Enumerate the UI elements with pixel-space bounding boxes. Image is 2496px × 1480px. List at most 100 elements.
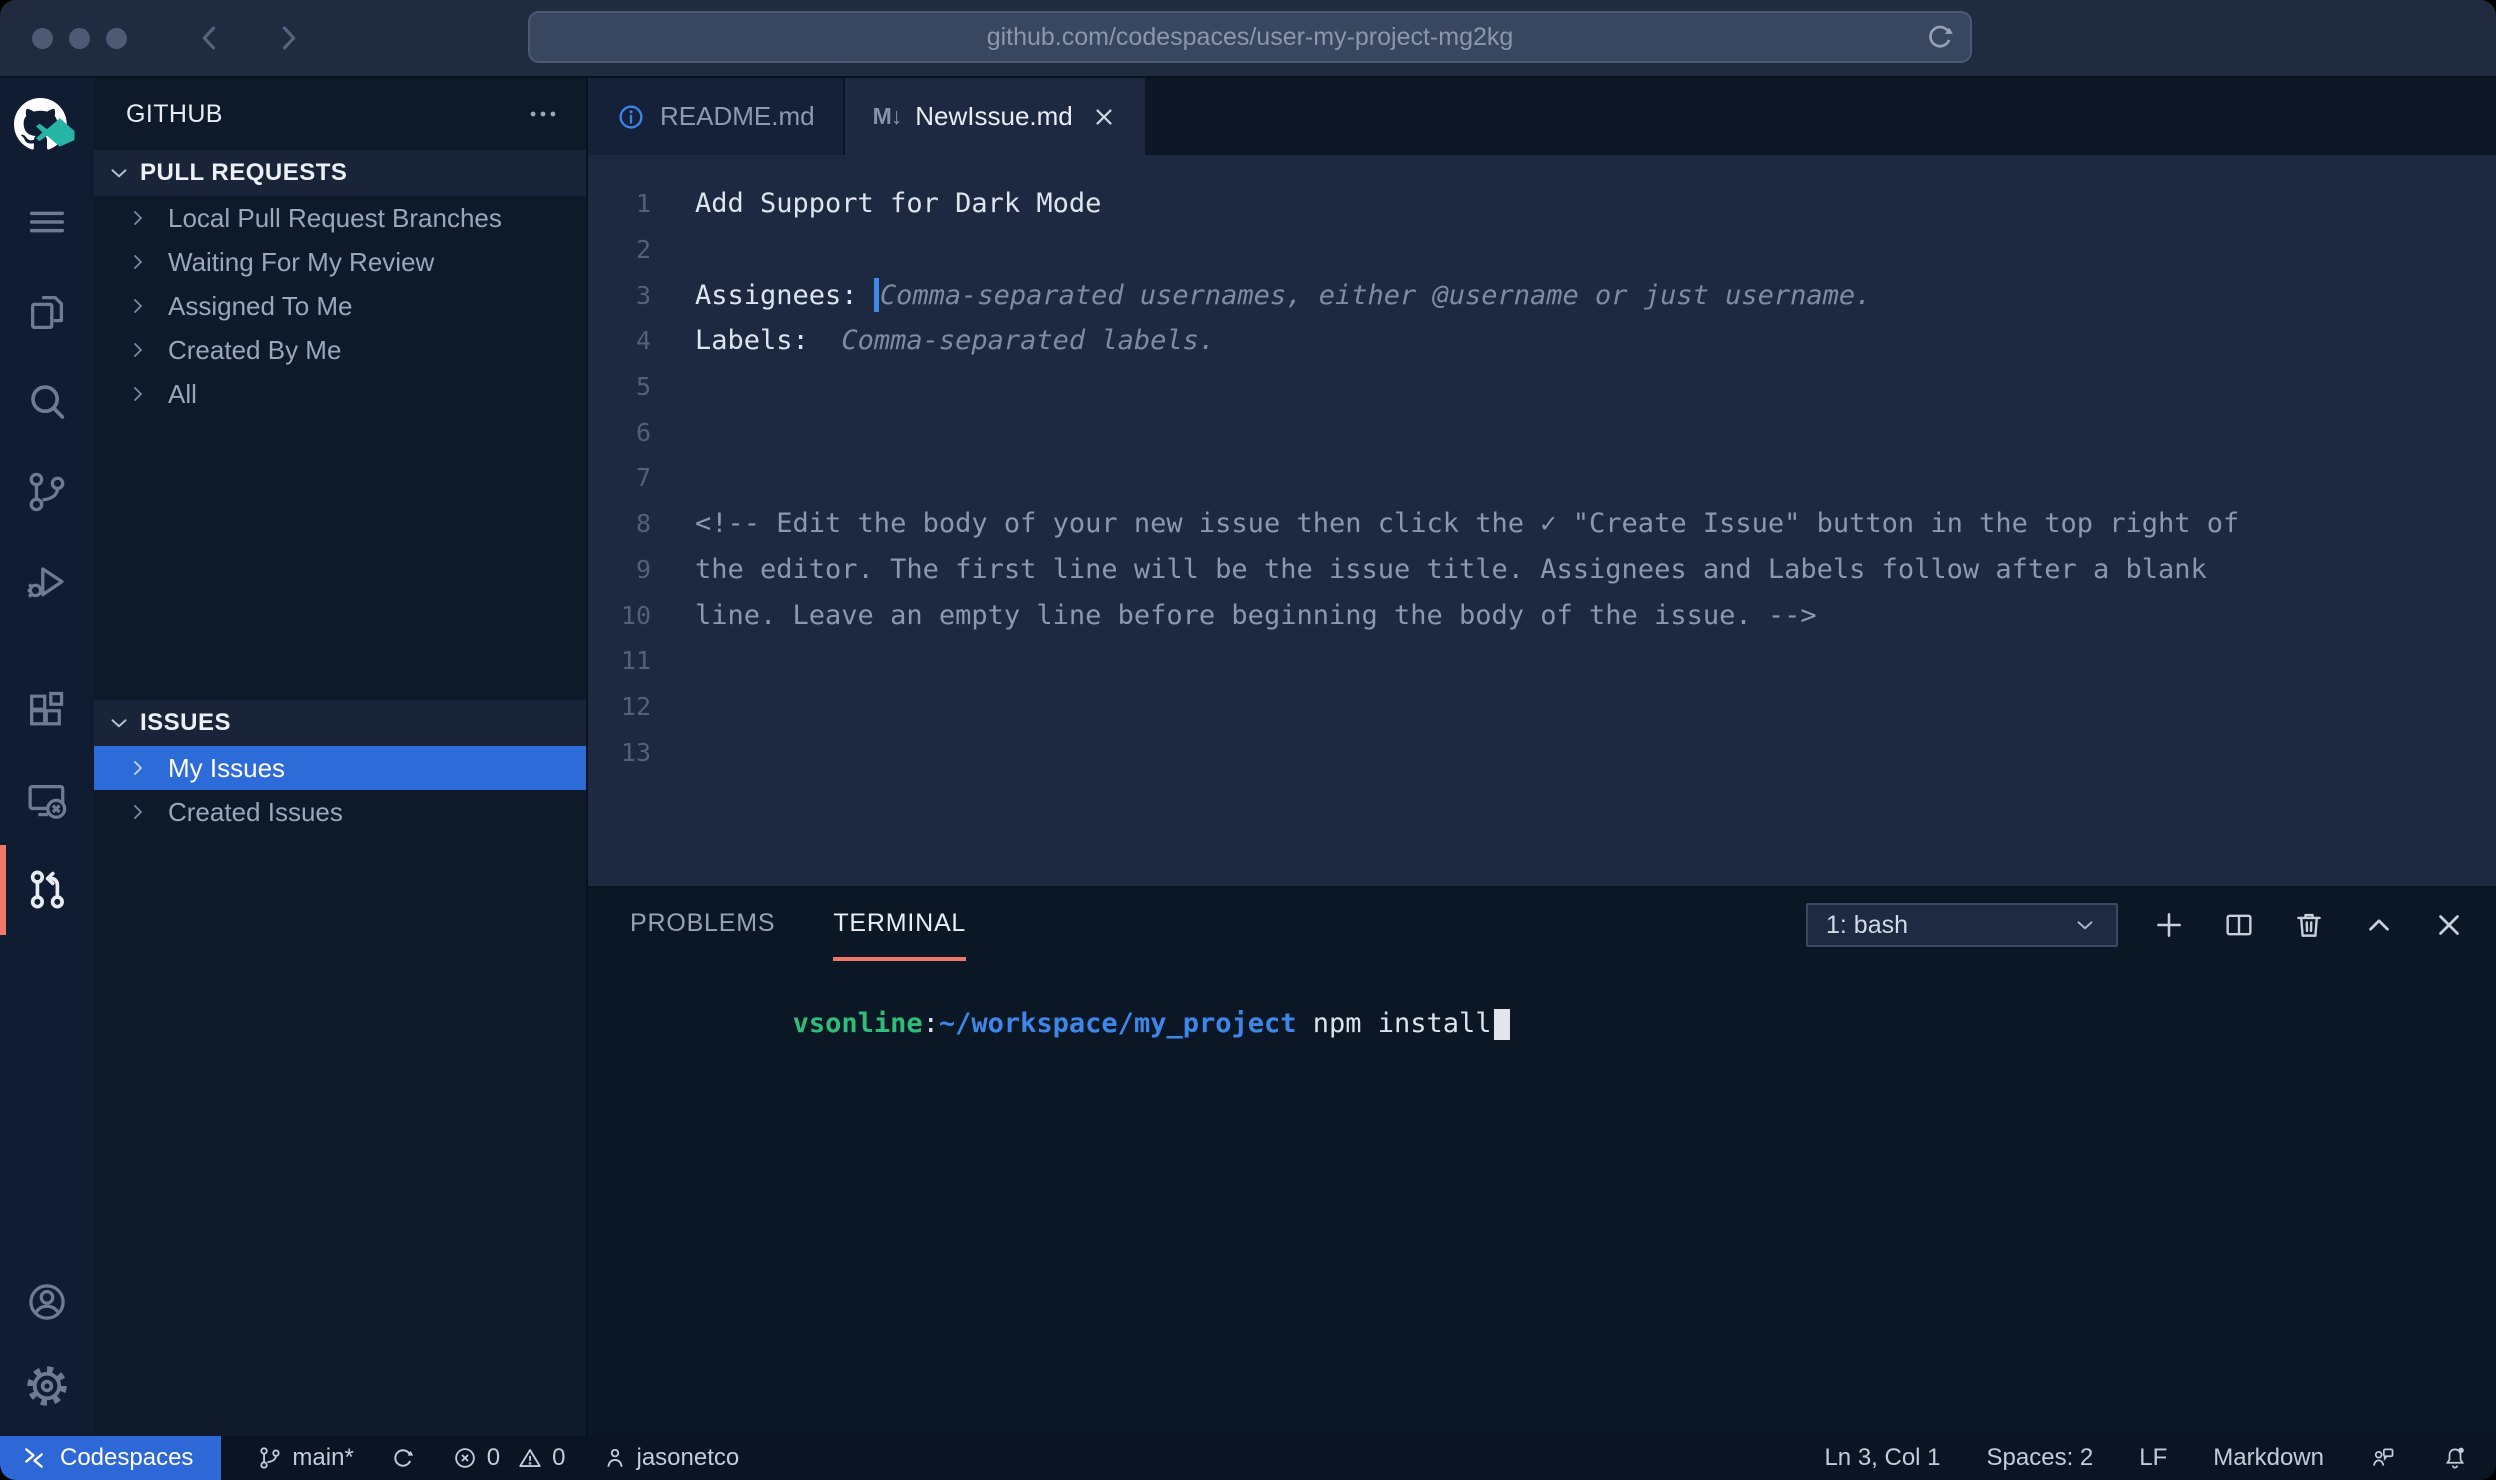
signed-in-user[interactable]: jasonetco xyxy=(602,1444,740,1472)
language-mode[interactable]: Markdown xyxy=(2213,1444,2324,1472)
chevron-right-icon xyxy=(126,800,150,824)
eol-setting[interactable]: LF xyxy=(2139,1444,2167,1472)
extensions-icon[interactable] xyxy=(0,682,94,738)
tab-problems[interactable]: PROBLEMS xyxy=(630,889,775,961)
window-controls xyxy=(32,28,127,49)
close-icon[interactable] xyxy=(1091,104,1117,130)
editor-line: 4Labels: Comma-separated labels. xyxy=(588,318,2496,364)
chevron-right-icon xyxy=(126,756,150,780)
reload-icon[interactable] xyxy=(1924,21,1956,53)
sidebar-item-waiting-for-my-review[interactable]: Waiting For My Review xyxy=(94,240,586,284)
comment-text[interactable]: <!-- Edit the body of your new issue the… xyxy=(695,508,2239,539)
feedback-icon xyxy=(2370,1445,2396,1471)
tab-readme[interactable]: README.md xyxy=(588,78,845,155)
sidebar-item-assigned-to-me[interactable]: Assigned To Me xyxy=(94,284,586,328)
terminal-separator: : xyxy=(923,1008,939,1039)
window-close-button[interactable] xyxy=(32,28,53,49)
terminal-cursor xyxy=(1494,1009,1510,1040)
sidebar: GITHUB PULL REQUESTS Local Pull Request … xyxy=(94,78,588,1436)
tab-newissue[interactable]: M↓ NewIssue.md xyxy=(845,78,1145,155)
chevron-right-icon xyxy=(126,206,150,230)
terminal-shell-select[interactable]: 1: bash xyxy=(1806,903,2118,947)
editor-line: 1Add Support for Dark Mode xyxy=(588,181,2496,227)
line-number: 9 xyxy=(588,555,695,584)
remote-explorer-icon[interactable] xyxy=(0,772,94,828)
indentation-setting[interactable]: Spaces: 2 xyxy=(1987,1444,2094,1472)
comment-text[interactable]: line. Leave an empty line before beginni… xyxy=(695,600,1817,631)
section-pull-requests[interactable]: PULL REQUESTS xyxy=(94,150,586,196)
error-count: 0 xyxy=(487,1444,500,1472)
browser-forward-icon[interactable] xyxy=(271,21,305,55)
chevron-down-icon xyxy=(106,710,132,736)
code-text[interactable]: Labels: xyxy=(695,325,841,356)
editor-line: 6 xyxy=(588,409,2496,455)
sync-indicator[interactable] xyxy=(390,1445,416,1471)
sidebar-item-all[interactable]: All xyxy=(94,372,586,416)
settings-gear-icon[interactable] xyxy=(0,1358,94,1414)
browser-titlebar: github.com/codespaces/user-my-project-mg… xyxy=(0,0,2496,78)
tab-terminal[interactable]: TERMINAL xyxy=(833,889,966,961)
sidebar-item-my-issues[interactable]: My Issues xyxy=(94,746,586,790)
markdown-icon: M↓ xyxy=(873,103,902,130)
section-issues[interactable]: ISSUES xyxy=(94,700,586,746)
sidebar-item-created-issues[interactable]: Created Issues xyxy=(94,790,586,834)
chevron-right-icon xyxy=(126,382,150,406)
run-debug-icon[interactable] xyxy=(0,554,94,610)
info-icon xyxy=(616,102,646,132)
problems-indicator[interactable]: 0 0 xyxy=(452,1444,566,1472)
remote-codespaces-badge[interactable]: Codespaces xyxy=(0,1436,221,1480)
cursor-position[interactable]: Ln 3, Col 1 xyxy=(1824,1444,1940,1472)
person-icon xyxy=(602,1445,628,1471)
editor-area[interactable]: 1Add Support for Dark Mode 2 3Assignees:… xyxy=(588,155,2496,886)
editor-line: 10line. Leave an empty line before begin… xyxy=(588,592,2496,638)
line-number: 10 xyxy=(588,601,695,630)
kill-terminal-trash-icon[interactable] xyxy=(2290,906,2328,944)
comment-text[interactable]: the editor. The first line will be the i… xyxy=(695,554,2207,585)
browser-window: github.com/codespaces/user-my-project-mg… xyxy=(0,0,2496,1480)
line-number: 11 xyxy=(588,646,695,675)
placeholder-text[interactable]: Comma-separated usernames, either @usern… xyxy=(880,280,1872,311)
browser-back-icon[interactable] xyxy=(193,21,227,55)
feedback-button[interactable] xyxy=(2370,1445,2396,1471)
code-text[interactable]: Add Support for Dark Mode xyxy=(695,188,1101,219)
sidebar-item-created-by-me[interactable]: Created By Me xyxy=(94,328,586,372)
editor-line: 3Assignees: Comma-separated usernames, e… xyxy=(588,272,2496,318)
account-icon[interactable] xyxy=(0,1274,94,1330)
explorer-icon[interactable] xyxy=(0,284,94,340)
url-input[interactable]: github.com/codespaces/user-my-project-mg… xyxy=(528,11,1972,63)
new-terminal-icon[interactable] xyxy=(2150,906,2188,944)
url-text: github.com/codespaces/user-my-project-mg… xyxy=(987,23,1514,52)
sync-icon xyxy=(390,1445,416,1471)
sidebar-item-local-pull-request-branches[interactable]: Local Pull Request Branches xyxy=(94,196,586,240)
branch-indicator[interactable]: main* xyxy=(257,1444,353,1472)
source-control-icon[interactable] xyxy=(0,464,94,520)
terminal-command: npm install xyxy=(1297,1008,1492,1039)
chevron-down-icon xyxy=(106,160,132,186)
editor-line: 7 xyxy=(588,455,2496,501)
menu-button[interactable] xyxy=(0,194,94,250)
line-number: 13 xyxy=(588,738,695,767)
window-minimize-button[interactable] xyxy=(69,28,90,49)
text-cursor xyxy=(874,278,879,312)
search-icon[interactable] xyxy=(0,374,94,430)
remote-icon xyxy=(20,1444,48,1472)
chevron-right-icon xyxy=(126,250,150,274)
split-terminal-icon[interactable] xyxy=(2220,906,2258,944)
code-text[interactable]: Assignees: xyxy=(695,280,874,311)
editor-line: 2 xyxy=(588,227,2496,273)
editor-tab-bar: README.md M↓ NewIssue.md xyxy=(588,78,2496,155)
github-pull-requests-icon[interactable] xyxy=(0,862,94,918)
active-view-indicator xyxy=(0,845,6,935)
chevron-right-icon xyxy=(126,338,150,362)
line-number: 4 xyxy=(588,326,695,355)
more-actions-icon[interactable] xyxy=(526,97,560,131)
line-number: 8 xyxy=(588,509,695,538)
close-panel-icon[interactable] xyxy=(2430,906,2468,944)
window-maximize-button[interactable] xyxy=(106,28,127,49)
terminal[interactable]: vsonline:~/workspace/my_project npm inst… xyxy=(588,961,2496,1436)
notifications-button[interactable] xyxy=(2442,1445,2468,1471)
maximize-panel-icon[interactable] xyxy=(2360,906,2398,944)
placeholder-text[interactable]: Comma-separated labels. xyxy=(841,325,1215,356)
line-number: 3 xyxy=(588,281,695,310)
line-number: 7 xyxy=(588,463,695,492)
